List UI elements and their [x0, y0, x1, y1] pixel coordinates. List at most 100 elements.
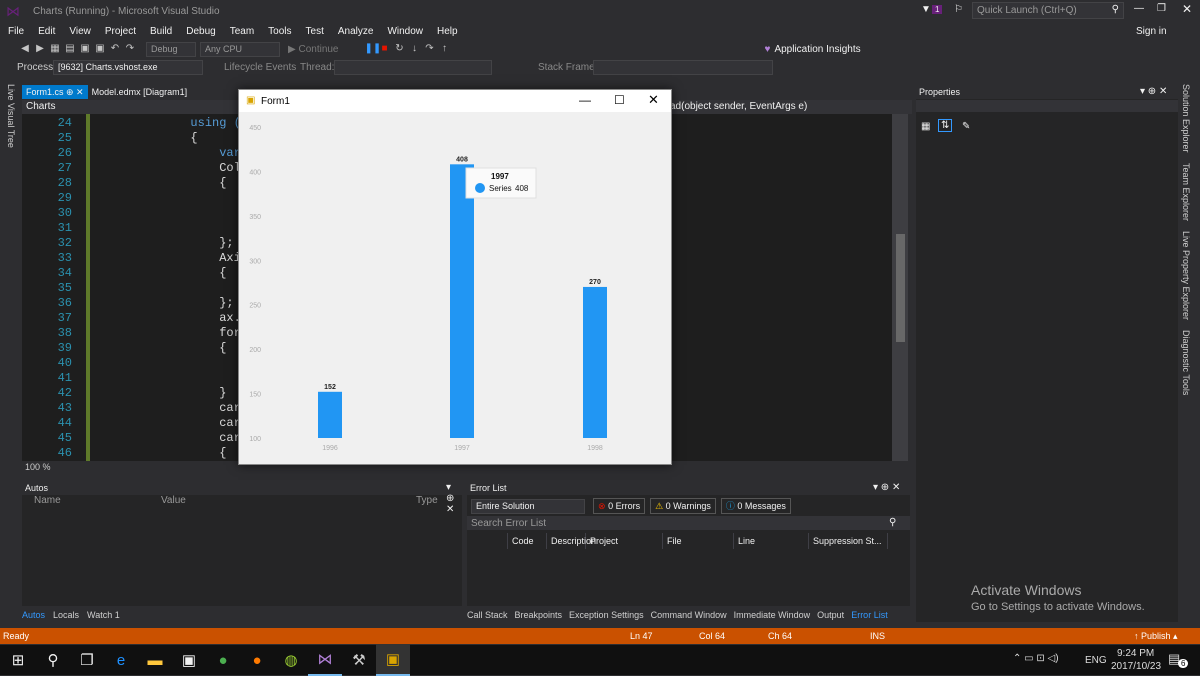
tab-model-edmx[interactable]: Model.edmx [Diagram1]	[88, 85, 192, 99]
save-all-icon[interactable]: ▣	[95, 44, 105, 54]
form1-window[interactable]: ▣ Form1 — ☐ ✕ 100 150 200 250 300 350 400 450 15…	[238, 89, 672, 465]
warnings-filter-button[interactable]: ⚠ 0 Warnings	[650, 498, 716, 514]
start-icon[interactable]: ⊞	[0, 645, 36, 675]
tab-form1-cs[interactable]: Form1.cs ⊕ ✕	[22, 85, 88, 99]
tools-icon[interactable]: ⚒	[342, 645, 376, 675]
error-col-project[interactable]: Project	[586, 533, 663, 549]
zoom-level[interactable]: 100 %	[25, 462, 51, 472]
undo-icon[interactable]: ↶	[110, 44, 120, 54]
forward-icon[interactable]: ▶	[35, 44, 45, 54]
live-visual-tree-tab[interactable]: Live Visual Tree	[6, 84, 16, 148]
error-search-input[interactable]: Search Error List ⚲	[467, 516, 910, 530]
quick-launch-input[interactable]: Quick Launch (Ctrl+Q) ⚲	[972, 2, 1124, 19]
clock-time[interactable]: 9:24 PM	[1117, 648, 1154, 659]
process-dropdown[interactable]: [9632] Charts.vshost.exe	[53, 60, 203, 75]
menu-tools[interactable]: Tools	[268, 26, 291, 37]
bar-1997[interactable]	[450, 164, 474, 438]
menu-team[interactable]: Team	[230, 26, 254, 37]
scope-dropdown[interactable]: Entire Solution	[471, 498, 585, 514]
nav-class-dropdown[interactable]: Charts	[26, 101, 55, 112]
menu-window[interactable]: Window	[387, 26, 423, 37]
right-tab-solution-explorer[interactable]: Solution Explorer	[1181, 84, 1191, 153]
step-out-icon[interactable]: ↑	[440, 44, 450, 54]
alphabetical-icon[interactable]: ⇅	[938, 119, 953, 132]
thread-dropdown[interactable]	[334, 60, 492, 75]
errors-filter-button[interactable]: ⊗ 0 Errors	[593, 498, 646, 514]
tab-autos[interactable]: Autos	[22, 610, 45, 620]
right-tab-team-explorer[interactable]: Team Explorer	[1181, 163, 1191, 221]
menu-file[interactable]: File	[8, 26, 24, 37]
tab-breakpoints[interactable]: Breakpoints	[515, 610, 563, 620]
tab-command-window[interactable]: Command Window	[651, 610, 727, 620]
editor-scrollbar[interactable]	[892, 114, 908, 461]
menu-debug[interactable]: Debug	[186, 26, 215, 37]
menu-view[interactable]: View	[69, 26, 91, 37]
form1-close-button[interactable]: ✕	[648, 92, 659, 108]
platform-dropdown[interactable]: Any CPU	[200, 41, 280, 57]
tab-error-list[interactable]: Error List	[851, 610, 888, 620]
filter-icon[interactable]: ▼	[921, 4, 931, 15]
stack-frame-dropdown[interactable]	[593, 60, 773, 75]
pause-icon[interactable]: ❚❚	[365, 44, 382, 54]
publish-button[interactable]: ↑ Publish ▴	[1134, 631, 1178, 642]
properties-pin-icon[interactable]: ▾ ⊕ ✕	[1140, 86, 1167, 97]
error-col-code[interactable]: Code	[508, 533, 547, 549]
redo-icon[interactable]: ↷	[125, 44, 135, 54]
stop-icon[interactable]: ■	[380, 44, 390, 54]
notification-badge[interactable]: 1	[932, 5, 943, 14]
app-insights-button[interactable]: Application Insights	[774, 44, 860, 55]
back-icon[interactable]: ◀	[20, 44, 30, 54]
firefox-icon[interactable]: ●	[240, 645, 274, 675]
menu-help[interactable]: Help	[437, 26, 458, 37]
tab-immediate-window[interactable]: Immediate Window	[734, 610, 811, 620]
language-indicator[interactable]: ENG	[1085, 655, 1107, 666]
tab-watch-1[interactable]: Watch 1	[87, 610, 120, 620]
form1-maximize-button[interactable]: ☐	[614, 93, 625, 107]
feedback-icon[interactable]: ⚐	[954, 4, 963, 15]
right-tab-live-property-explorer[interactable]: Live Property Explorer	[1181, 231, 1191, 320]
error-col-suppressionst[interactable]: Suppression St...	[809, 533, 888, 549]
close-button[interactable]: ✕	[1182, 2, 1192, 16]
tray-icons[interactable]: ⌃ ▭ ⊡ ◁)	[1013, 653, 1059, 664]
menu-analyze[interactable]: Analyze	[338, 26, 374, 37]
messages-filter-button[interactable]: ⓘ 0 Messages	[720, 498, 791, 514]
menu-edit[interactable]: Edit	[38, 26, 55, 37]
step-into-icon[interactable]: ↓	[410, 44, 420, 54]
scrollbar-thumb[interactable]	[896, 234, 905, 342]
form1-taskbar-icon[interactable]: ▣	[376, 644, 410, 676]
task-view-icon[interactable]: ❐	[70, 645, 104, 675]
column-chart[interactable]: 100 150 200 250 300 350 400 450 152 1996 408 1997 27…	[239, 112, 669, 462]
menu-project[interactable]: Project	[105, 26, 136, 37]
right-tab-diagnostic-tools[interactable]: Diagnostic Tools	[1181, 330, 1191, 395]
form1-minimize-button[interactable]: —	[579, 93, 591, 107]
menu-test[interactable]: Test	[306, 26, 324, 37]
error-list-pin-icon[interactable]: ▾ ⊕ ✕	[873, 482, 900, 493]
nav-member-dropdown[interactable]: ad(object sender, EventArgs e)	[670, 101, 807, 112]
categorized-icon[interactable]: ▦	[921, 121, 930, 132]
property-pages-icon[interactable]: ✎	[962, 121, 970, 132]
minimize-button[interactable]: —	[1134, 3, 1144, 14]
continue-button[interactable]: ▶ Continue	[288, 44, 339, 55]
menu-build[interactable]: Build	[150, 26, 172, 37]
tab-output[interactable]: Output	[817, 610, 844, 620]
tab-exception-settings[interactable]: Exception Settings	[569, 610, 644, 620]
restart-icon[interactable]: ↻	[395, 44, 405, 54]
search-icon[interactable]: ⚲	[36, 645, 70, 675]
config-dropdown[interactable]: Debug	[146, 41, 196, 57]
error-col-description[interactable]: Description	[547, 533, 596, 549]
store-icon[interactable]: ▣	[172, 645, 206, 675]
error-col-line[interactable]: Line	[734, 533, 809, 549]
restore-button[interactable]: ❐	[1157, 3, 1166, 14]
app-icon[interactable]: ◍	[274, 645, 308, 675]
sign-in-link[interactable]: Sign in	[1136, 26, 1167, 37]
error-col-file[interactable]: File	[663, 533, 734, 549]
clock-date[interactable]: 2017/10/23	[1111, 661, 1161, 672]
file-explorer-icon[interactable]: ▬	[138, 645, 172, 675]
bar-1998[interactable]	[583, 286, 607, 438]
tab-locals[interactable]: Locals	[53, 610, 79, 620]
visual-studio-icon[interactable]: ⋈	[308, 644, 342, 676]
utorrent-icon[interactable]: ●	[206, 645, 240, 675]
edge-icon[interactable]: e	[104, 645, 138, 675]
lifecycle-events[interactable]: Lifecycle Events	[224, 62, 296, 73]
save-icon[interactable]: ▣	[80, 44, 90, 54]
